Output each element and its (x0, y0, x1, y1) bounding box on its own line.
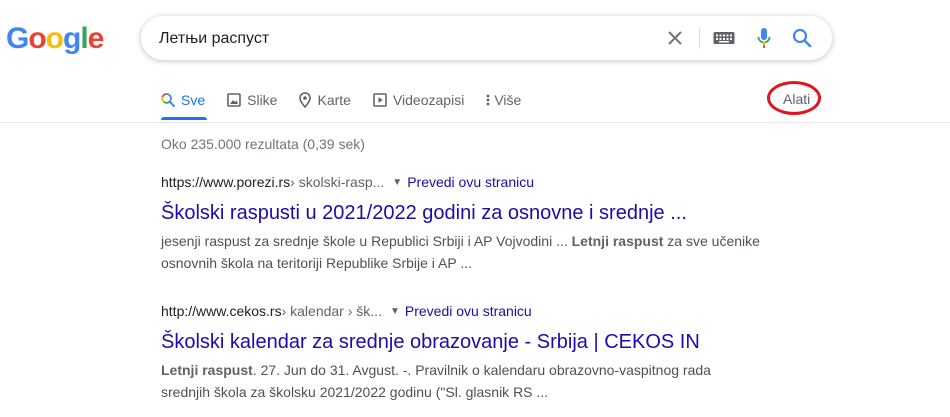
search-tabs: Sve Slike Karte Videozapisi Više (161, 90, 543, 110)
snippet-line: jesenji raspust za srednje škole u Repub… (161, 230, 811, 252)
translate-link[interactable]: Prevedi ovu stranicu (407, 174, 534, 190)
more-vert-icon (486, 93, 490, 107)
video-icon (373, 93, 387, 107)
tab-more[interactable]: Više (486, 92, 521, 108)
clear-icon[interactable] (663, 26, 687, 50)
snippet-line: Letnji raspust. 27. Jun do 31. Avgust. -… (161, 359, 811, 381)
search-input[interactable] (157, 26, 641, 52)
snippet-line: srednjih škola za školsku 2021/2022 godi… (161, 384, 549, 400)
tab-label: Karte (317, 92, 351, 108)
result-stats: Oko 235.000 rezultata (0,39 sek) (161, 136, 365, 152)
snippet-highlight: Letnji raspust (571, 233, 664, 249)
snippet-text: . 27. Jun do 31. Avgust. -. Pravilnik o … (252, 362, 711, 378)
tab-label: Videozapisi (392, 92, 465, 108)
microphone-icon[interactable] (752, 26, 776, 50)
snippet-line: osnovnih škola na teritoriji Republike S… (161, 255, 473, 271)
dropdown-triangle-icon[interactable]: ▼ (392, 177, 402, 188)
header-divider (0, 122, 950, 123)
annotation-circle (767, 81, 821, 115)
search-divider (699, 27, 700, 49)
search-icon[interactable] (790, 26, 814, 50)
result-snippet: jesenji raspust za srednje škole u Repub… (161, 230, 811, 274)
keyboard-icon[interactable] (712, 26, 736, 50)
tab-all[interactable]: Sve (161, 92, 205, 108)
active-tab-indicator (161, 117, 207, 120)
tab-label: Slike (247, 92, 278, 108)
tab-images[interactable]: Slike (227, 92, 277, 108)
result-url: http://www.cekos.rs › kalendar › šk... ▼… (161, 301, 811, 321)
snippet-highlight: Letnji raspust (161, 362, 253, 378)
translate-link[interactable]: Prevedi ovu stranicu (405, 303, 532, 319)
image-icon (227, 93, 241, 107)
tab-label: Više (494, 92, 522, 108)
search-result: https://www.porezi.rs › skolski-rasp... … (161, 172, 811, 274)
result-path: › kalendar › šk... (281, 303, 382, 319)
google-logo[interactable]: Google (6, 22, 104, 56)
tab-label: Sve (181, 92, 206, 108)
dropdown-triangle-icon[interactable]: ▼ (390, 306, 400, 317)
result-site: https://www.porezi.rs (161, 174, 291, 190)
result-site: http://www.cekos.rs (161, 303, 282, 319)
snippet-text: jesenji raspust za srednje škole u Repub… (161, 233, 572, 249)
search-result: http://www.cekos.rs › kalendar › šk... ▼… (161, 301, 811, 403)
tab-videos[interactable]: Videozapisi (373, 92, 464, 108)
snippet-text: za sve učenike (663, 233, 760, 249)
search-box (141, 16, 832, 60)
result-path: › skolski-rasp... (290, 174, 385, 190)
map-pin-icon (299, 92, 312, 108)
result-snippet: Letnji raspust. 27. Jun do 31. Avgust. -… (161, 359, 811, 403)
result-url: https://www.porezi.rs › skolski-rasp... … (161, 172, 811, 192)
search-icon (161, 93, 175, 107)
result-title-link[interactable]: Školski kalendar za srednje obrazovanje … (161, 329, 811, 355)
tab-maps[interactable]: Karte (299, 92, 351, 108)
result-title-link[interactable]: Školski raspusti u 2021/2022 godini za o… (161, 200, 811, 226)
